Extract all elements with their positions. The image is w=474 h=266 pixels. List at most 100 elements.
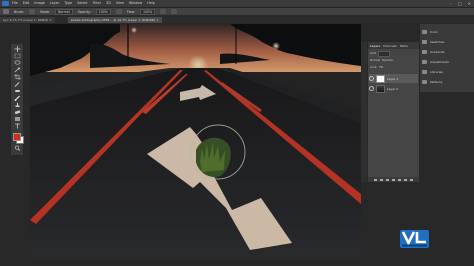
menu-window[interactable]: Window bbox=[129, 0, 142, 7]
document-tab-active[interactable]: pexels-photography-2581... @ 16.7% (Laye… bbox=[68, 17, 162, 23]
layers-panel-tabs: Layers Channels Paths bbox=[368, 42, 419, 49]
libraries-panel-item[interactable]: Libraries bbox=[422, 68, 443, 76]
move-tool-icon[interactable] bbox=[14, 46, 21, 52]
layer-thumbnail bbox=[376, 74, 385, 83]
tab-channels[interactable]: Channels bbox=[383, 44, 397, 48]
opacity-label: Opacity: bbox=[382, 58, 394, 62]
window-controls: – □ ✕ bbox=[450, 0, 471, 7]
kind-filter-dropdown[interactable] bbox=[378, 50, 391, 57]
color-label: Color bbox=[430, 30, 438, 34]
fx-icon[interactable] bbox=[380, 178, 383, 181]
visibility-eye-icon[interactable] bbox=[369, 86, 374, 91]
gradients-label: Gradients bbox=[430, 50, 445, 54]
quick-select-tool-icon[interactable] bbox=[14, 67, 21, 73]
lasso-tool-icon[interactable] bbox=[14, 60, 21, 66]
pressure-size-icon[interactable] bbox=[171, 9, 178, 14]
layer-name: Layer 1 bbox=[387, 76, 399, 81]
brush-tool-preset-icon[interactable] bbox=[3, 9, 9, 14]
menu-select[interactable]: Select bbox=[77, 0, 87, 7]
mode-dropdown[interactable]: Normal bbox=[55, 8, 73, 15]
tab-paths[interactable]: Paths bbox=[400, 44, 408, 48]
trash-icon[interactable] bbox=[410, 178, 413, 181]
minimize-button[interactable]: – bbox=[450, 0, 452, 7]
adjustment-layer-icon[interactable] bbox=[392, 178, 395, 181]
eyedropper-tool-icon[interactable] bbox=[14, 81, 21, 87]
swatches-icon bbox=[422, 40, 427, 44]
zoom-tool-icon[interactable] bbox=[14, 145, 21, 151]
layer-name: Layer 0 bbox=[387, 86, 399, 91]
road-photo bbox=[30, 24, 361, 260]
layers-panel-footer bbox=[368, 177, 419, 182]
healing-brush-tool-icon[interactable] bbox=[14, 88, 21, 94]
flow-field[interactable]: 100% bbox=[140, 8, 156, 15]
libraries-label: Libraries bbox=[430, 70, 443, 74]
menu-image[interactable]: Image bbox=[34, 0, 45, 7]
options-bar: Brush: Mode: Normal Opacity: 100% Flow: … bbox=[0, 8, 474, 16]
swatches-label: Swatches bbox=[430, 40, 445, 44]
layer-row-layer-1[interactable]: Layer 1 bbox=[369, 74, 418, 83]
crop-tool-icon[interactable] bbox=[14, 74, 21, 80]
adjustments-icon bbox=[422, 60, 427, 64]
libraries-icon bbox=[422, 70, 427, 74]
link-layers-icon[interactable] bbox=[374, 178, 377, 181]
new-layer-icon[interactable] bbox=[404, 178, 407, 181]
photoshop-logo-icon bbox=[2, 1, 9, 6]
group-icon[interactable] bbox=[398, 178, 401, 181]
right-panel-dock: Color Swatches Gradients Adjustments Lib… bbox=[419, 24, 474, 92]
menu-edit[interactable]: Edit bbox=[23, 0, 30, 7]
document-tabs: Lyic & 15.7% (Layer 1, RGB/8) × pexels-p… bbox=[0, 17, 474, 23]
mask-icon[interactable] bbox=[386, 178, 389, 181]
kind-label: Kind bbox=[370, 51, 377, 55]
opacity-label: Opacity: bbox=[77, 9, 91, 14]
type-tool-icon[interactable] bbox=[14, 123, 21, 129]
mode-label: Mode: bbox=[40, 9, 51, 14]
adjustments-label: Adjustments bbox=[430, 60, 449, 64]
foreground-color-swatch[interactable] bbox=[13, 133, 21, 141]
layer-thumbnail bbox=[376, 84, 385, 93]
document-canvas[interactable] bbox=[30, 24, 361, 260]
toolbox bbox=[10, 40, 24, 156]
document-tab[interactable]: Lyic & 15.7% (Layer 1, RGB/8) × bbox=[0, 17, 55, 23]
blend-mode-dropdown[interactable]: Normal bbox=[370, 58, 380, 63]
patterns-panel-item[interactable]: Patterns bbox=[422, 78, 442, 86]
menu-bar: File Edit Image Layer Type Select Filter… bbox=[0, 0, 474, 8]
layer-row-layer-0[interactable]: Layer 0 bbox=[369, 84, 418, 93]
menu-help[interactable]: Help bbox=[147, 0, 155, 7]
menu-layer[interactable]: Layer bbox=[50, 0, 59, 7]
maximize-button[interactable]: □ bbox=[458, 0, 462, 7]
fill-label: Fill: bbox=[379, 65, 385, 69]
menu-view[interactable]: View bbox=[116, 0, 124, 7]
color-panel-item[interactable]: Color bbox=[422, 28, 438, 36]
gradients-icon bbox=[422, 50, 427, 54]
menu-type[interactable]: Type bbox=[64, 0, 72, 7]
patterns-icon bbox=[422, 80, 427, 84]
eraser-tool-icon[interactable] bbox=[14, 109, 21, 115]
flow-label: Flow: bbox=[126, 9, 136, 14]
lock-label: Lock: bbox=[370, 65, 378, 69]
brush-tool-icon[interactable] bbox=[14, 95, 21, 101]
vl-watermark-logo bbox=[400, 230, 429, 248]
visibility-eye-icon[interactable] bbox=[369, 76, 374, 81]
opacity-field[interactable]: 100% bbox=[95, 8, 111, 15]
gradients-panel-item[interactable]: Gradients bbox=[422, 48, 445, 56]
blend-row: Normal Opacity: bbox=[370, 58, 394, 63]
brush-size-picker[interactable] bbox=[29, 9, 36, 14]
menu-3d[interactable]: 3D bbox=[106, 0, 111, 7]
gradient-tool-icon[interactable] bbox=[14, 116, 21, 122]
clone-stamp-tool-icon[interactable] bbox=[14, 102, 21, 108]
patterns-label: Patterns bbox=[430, 80, 443, 84]
tab-layers[interactable]: Layers bbox=[370, 44, 380, 48]
swatches-panel-item[interactable]: Swatches bbox=[422, 38, 444, 46]
close-button[interactable]: ✕ bbox=[468, 0, 471, 7]
pressure-opacity-icon[interactable] bbox=[115, 9, 122, 14]
adjustments-panel-item[interactable]: Adjustments bbox=[422, 58, 449, 66]
menu-file[interactable]: File bbox=[12, 0, 18, 7]
menu-filter[interactable]: Filter bbox=[93, 0, 101, 7]
toolbox-grip[interactable] bbox=[11, 41, 23, 44]
menu-items: File Edit Image Layer Type Select Filter… bbox=[12, 0, 155, 7]
lock-row: Lock: Fill: bbox=[370, 65, 384, 70]
marquee-tool-icon[interactable] bbox=[14, 53, 21, 59]
airbrush-icon[interactable] bbox=[160, 9, 167, 14]
layers-panel: Layers Channels Paths Kind Normal Opacit… bbox=[367, 42, 419, 182]
layer-filter-row: Kind bbox=[370, 50, 391, 57]
